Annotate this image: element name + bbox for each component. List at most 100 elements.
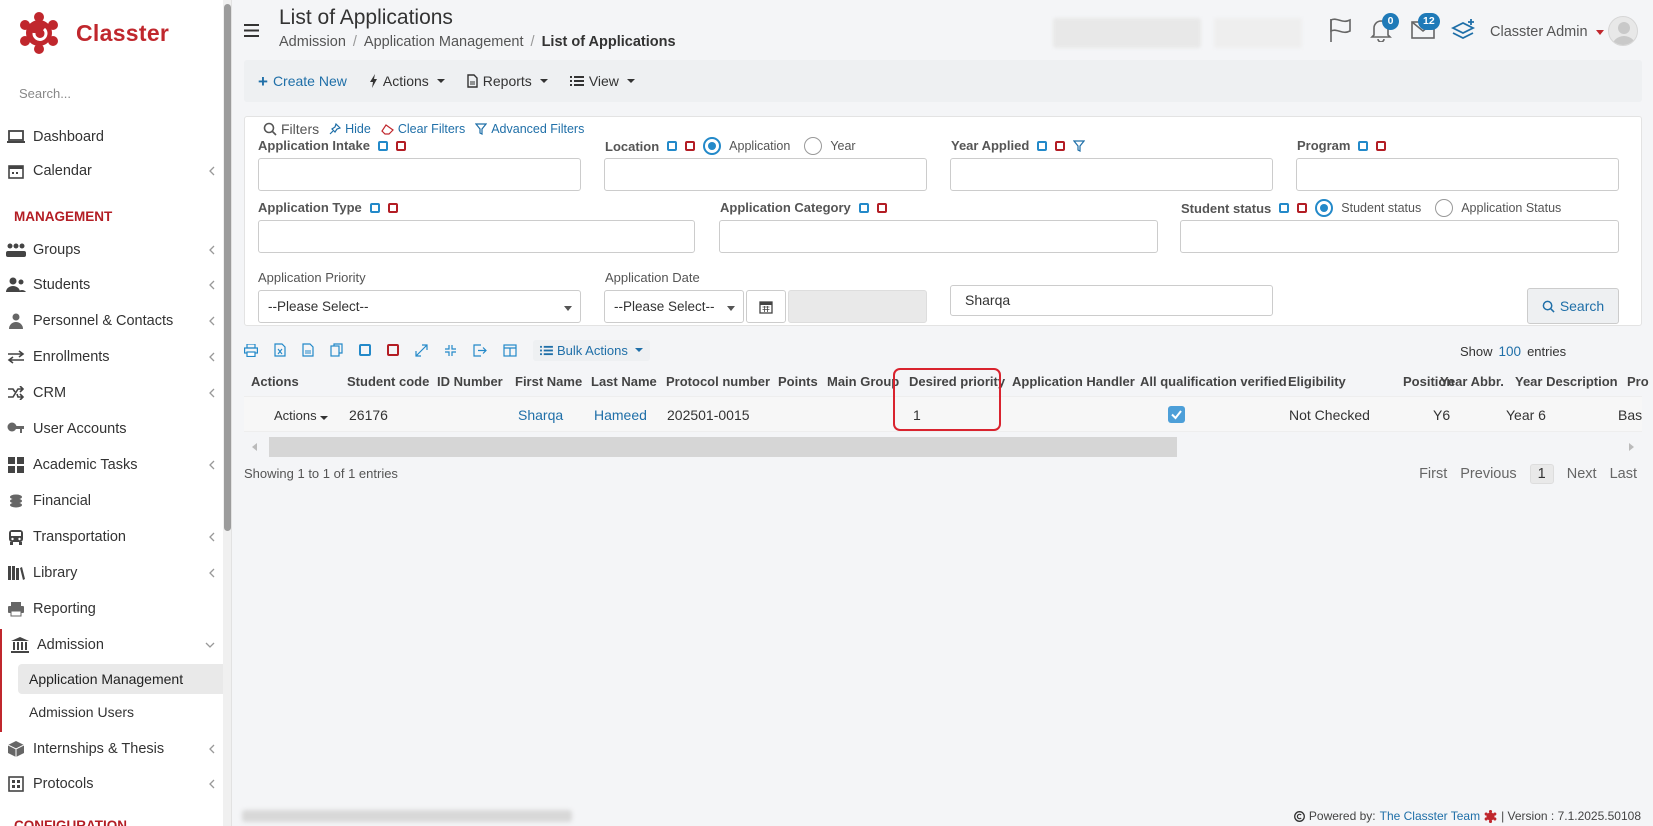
select-all-checkbox-icon[interactable] (1037, 140, 1048, 151)
sidebar-item-user-accounts[interactable]: User Accounts (0, 413, 223, 445)
clear-selection-checkbox-icon[interactable] (1376, 140, 1387, 151)
expand-icon[interactable] (415, 343, 428, 357)
date-picker-button[interactable] (746, 290, 786, 323)
table-horizontal-scrollbar[interactable] (244, 437, 1642, 457)
clear-selection-checkbox-icon[interactable] (395, 140, 406, 151)
sidebar-item-admission[interactable]: Admission (0, 629, 223, 661)
pager-first[interactable]: First (1419, 466, 1447, 482)
clear-selection-checkbox-icon[interactable] (387, 202, 398, 213)
clear-selection-checkbox-icon[interactable] (876, 202, 887, 213)
sidebar-item-enrollments[interactable]: Enrollments (0, 341, 223, 373)
clear-selection-checkbox-icon[interactable] (1297, 203, 1308, 213)
sidebar-item-calendar[interactable]: Calendar (0, 155, 223, 187)
sidebar-item-library[interactable]: Library (0, 557, 223, 589)
sidebar-subitem-admission-users[interactable]: Admission Users (18, 697, 230, 727)
export-icon[interactable] (473, 343, 487, 357)
page-length-select[interactable]: 100 (1499, 344, 1522, 359)
col-protocol-number[interactable]: Protocol number (666, 374, 770, 389)
scroll-right-arrow-icon[interactable] (1629, 443, 1634, 451)
sidebar-search-input[interactable] (19, 86, 209, 101)
col-main-group[interactable]: Main Group (827, 374, 899, 389)
clear-selection-checkbox-icon[interactable] (1055, 140, 1066, 151)
breadcrumb-item[interactable]: Application Management (364, 34, 524, 50)
sidebar-item-internships[interactable]: Internships & Thesis (0, 733, 223, 765)
deselect-all-rows-icon[interactable] (387, 344, 399, 356)
flag-icon[interactable] (1328, 17, 1352, 43)
sidebar-item-reporting[interactable]: Reporting (0, 593, 223, 625)
location-input[interactable] (604, 158, 927, 191)
hamburger-menu-icon[interactable] (244, 24, 259, 37)
avatar[interactable] (1608, 16, 1638, 46)
status-radio-application-status[interactable] (1435, 199, 1454, 217)
sidebar-subitem-application-management[interactable]: Application Management (18, 664, 230, 694)
search-button[interactable]: Search (1527, 288, 1619, 324)
col-eligibility[interactable]: Eligibility (1288, 374, 1346, 389)
columns-icon[interactable] (503, 343, 517, 357)
application-type-input[interactable] (258, 220, 695, 253)
location-radio-year[interactable] (804, 137, 823, 155)
pager-previous[interactable]: Previous (1460, 466, 1516, 482)
caret-down-icon[interactable] (1596, 30, 1604, 35)
col-student-code[interactable]: Student code (347, 374, 429, 389)
cell-first-name[interactable]: Sharqa (518, 407, 563, 423)
clear-filters-link[interactable]: Clear Filters (381, 122, 465, 136)
select-all-rows-icon[interactable] (359, 344, 371, 356)
sidebar-item-crm[interactable]: CRM (0, 377, 223, 409)
year-applied-input[interactable] (950, 158, 1273, 191)
location-radio-application[interactable] (703, 137, 722, 155)
col-last-name[interactable]: Last Name (591, 374, 657, 389)
copy-icon[interactable] (330, 343, 343, 357)
print-icon[interactable] (244, 343, 258, 357)
col-all-qualification-verified[interactable]: All qualification verified (1140, 374, 1287, 389)
hide-filters-link[interactable]: Hide (329, 122, 371, 136)
student-status-input[interactable] (1180, 220, 1619, 253)
excel-export-icon[interactable] (274, 343, 286, 357)
actions-dropdown[interactable]: Actions (369, 73, 445, 89)
sidebar-item-academic-tasks[interactable]: Academic Tasks (0, 449, 223, 481)
select-all-checkbox-icon[interactable] (1279, 203, 1290, 213)
sidebar-item-transportation[interactable]: Transportation (0, 521, 223, 553)
sidebar-scroll-thumb[interactable] (224, 4, 231, 531)
status-radio-student-status[interactable] (1315, 199, 1334, 217)
sidebar-item-protocols[interactable]: Protocols (0, 768, 223, 800)
pager-last[interactable]: Last (1610, 466, 1637, 482)
col-year-description[interactable]: Year Description (1515, 374, 1618, 389)
csv-export-icon[interactable] (302, 343, 314, 357)
col-program-partial[interactable]: Pro (1627, 374, 1649, 389)
col-first-name[interactable]: First Name (515, 374, 582, 389)
classter-team-link[interactable]: The Classter Team (1380, 809, 1480, 823)
sidebar-item-dashboard[interactable]: Dashboard (0, 121, 223, 153)
application-priority-select[interactable]: --Please Select-- (258, 290, 581, 323)
reports-dropdown[interactable]: Reports (467, 73, 548, 89)
select-all-checkbox-icon[interactable] (667, 141, 678, 151)
sidebar-scrollbar[interactable] (223, 0, 231, 826)
col-points[interactable]: Points (778, 374, 818, 389)
application-intake-input[interactable] (258, 158, 581, 191)
application-date-select[interactable]: --Please Select-- (604, 290, 744, 323)
bulk-actions-dropdown[interactable]: Bulk Actions (533, 339, 650, 361)
funnel-icon[interactable] (1073, 139, 1086, 152)
select-all-checkbox-icon[interactable] (1358, 140, 1369, 151)
select-all-checkbox-icon[interactable] (369, 202, 380, 213)
sidebar-item-financial[interactable]: Financial (0, 485, 223, 517)
keyword-search-input[interactable]: Sharqa (950, 285, 1273, 316)
brand-logo[interactable]: Classter (18, 12, 169, 54)
view-dropdown[interactable]: View (569, 73, 635, 89)
sidebar-item-personnel[interactable]: Personnel & Contacts (0, 305, 223, 337)
col-id-number[interactable]: ID Number (437, 374, 503, 389)
create-new-button[interactable]: + Create New (258, 73, 347, 90)
select-all-checkbox-icon[interactable] (377, 140, 388, 151)
sidebar-item-students[interactable]: Students (0, 269, 223, 301)
school-selector-blurred[interactable] (1053, 18, 1201, 48)
pager-next[interactable]: Next (1567, 466, 1597, 482)
cell-last-name[interactable]: Hameed (594, 407, 647, 423)
row-actions-dropdown[interactable]: Actions (274, 408, 328, 423)
pager-current-page[interactable]: 1 (1529, 464, 1554, 484)
program-input[interactable] (1296, 158, 1619, 191)
layers-add-icon[interactable] (1451, 18, 1477, 42)
year-selector-blurred[interactable] (1214, 18, 1302, 48)
advanced-filters-link[interactable]: Advanced Filters (475, 122, 584, 136)
sidebar-item-groups[interactable]: Groups (0, 234, 223, 266)
col-application-handler[interactable]: Application Handler (1012, 374, 1135, 389)
user-name[interactable]: Classter Admin (1490, 24, 1588, 40)
